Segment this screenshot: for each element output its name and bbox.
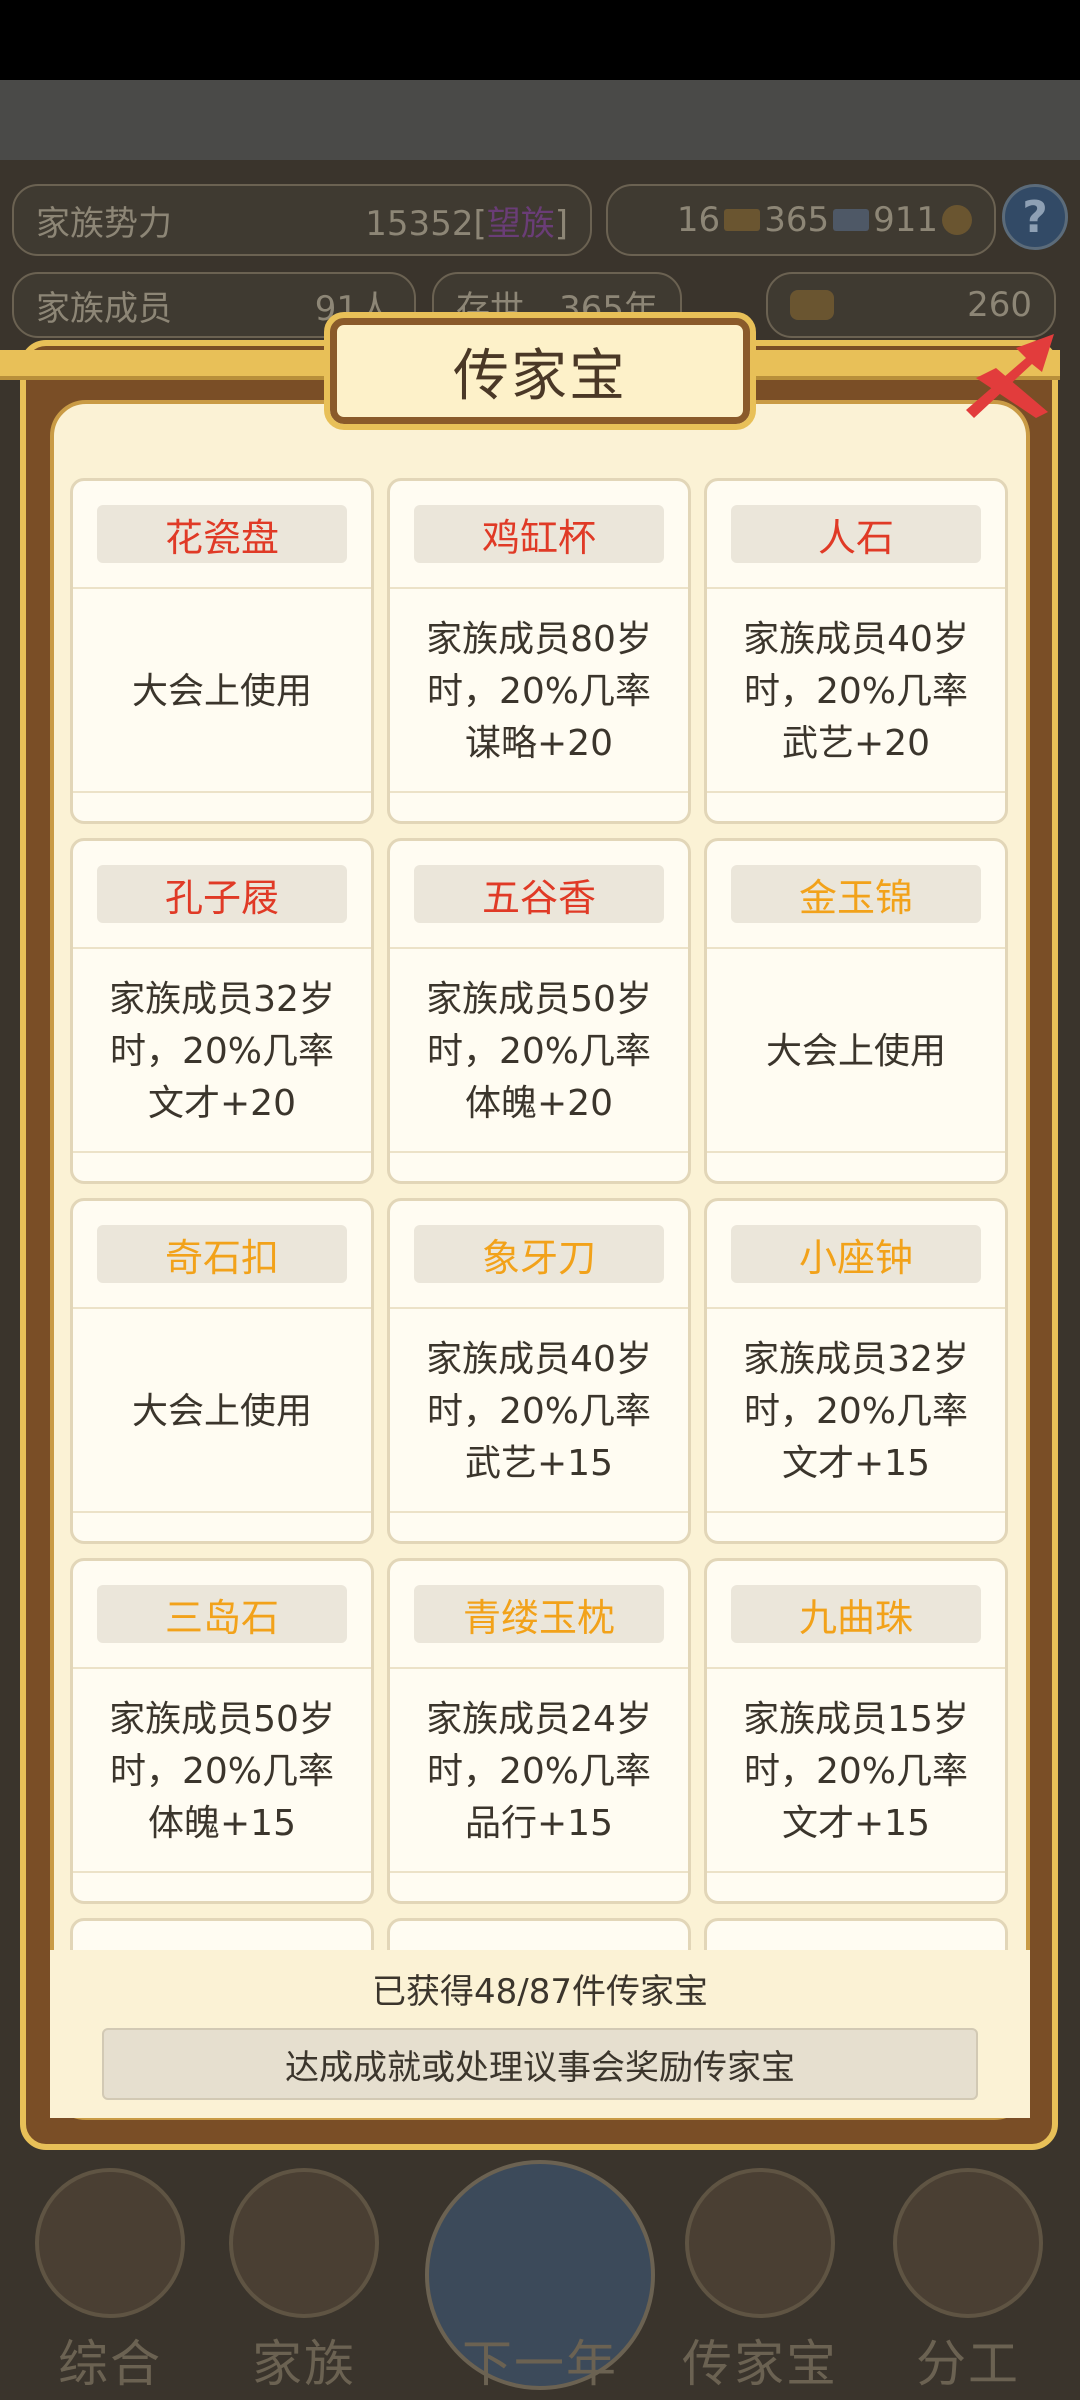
house-icon (229, 2168, 379, 2318)
nav-label: 综合 (58, 2335, 162, 2393)
currency-panel: 16 365 911 (606, 184, 996, 256)
power-rank: 望族 (486, 203, 555, 244)
treasure-name: 花瓷盘 (97, 505, 347, 563)
coin-count: 911 (873, 200, 938, 240)
treasure-card[interactable]: 小座钟家族成员32岁 时，20%几率 文才+15 (704, 1198, 1008, 1544)
ingot-icon (790, 290, 834, 320)
treasure-card[interactable]: 象牙刀家族成员40岁 时，20%几率 武艺+15 (387, 1198, 691, 1544)
card-footer (73, 1871, 371, 1901)
treasure-name: 三岛石 (97, 1585, 347, 1643)
treasure-name: 孔子屐 (97, 865, 347, 923)
treasure-description: 家族成员50岁 时，20%几率 体魄+15 (109, 1699, 335, 1844)
treasure-description: 家族成员32岁 时，20%几率 文才+20 (109, 979, 335, 1124)
treasure-card[interactable]: 奇石扣 大会上使用 (70, 1198, 374, 1544)
nav-label: 传家宝 (682, 2335, 838, 2393)
power-value: 15352[望族] (365, 196, 568, 245)
treasure-name: 青缕玉枕 (414, 1585, 664, 1643)
treasure-description: 大会上使用 (131, 671, 312, 712)
card-footer (390, 791, 688, 821)
nav-item[interactable]: 传家宝 (660, 2160, 860, 2400)
treasure-name: 人石 (731, 505, 981, 563)
power-number: 15352 (365, 203, 474, 244)
treasure-card-partial[interactable] (70, 1918, 374, 1951)
card-footer (73, 791, 371, 821)
card-footer (390, 1511, 688, 1541)
silver-count: 365 (764, 200, 830, 240)
card-footer (707, 1511, 1005, 1541)
treasure-card[interactable]: 三岛石家族成员50岁 时，20%几率 体魄+15 (70, 1558, 374, 1904)
reward-hint-button[interactable]: 达成成就或处理议事会奖励传家宝 (102, 2028, 978, 2100)
treasure-grid: 花瓷盘 大会上使用 鸡缸杯 家族成员80岁 时，20%几率 谋略+20 人石 家族成员40… (70, 478, 1010, 1951)
treasure-description: 家族成员80岁 时，20%几率 谋略+20 (426, 619, 652, 764)
treasure-card[interactable]: 九曲珠家族成员15岁 时，20%几率 文才+15 (704, 1558, 1008, 1904)
members-label: 家族成员 (36, 288, 172, 329)
treasure-icon (685, 2168, 835, 2318)
close-button[interactable] (956, 318, 1066, 428)
help-button[interactable]: ? (1002, 184, 1068, 250)
card-footer (707, 791, 1005, 821)
treasure-description: 家族成员40岁 时，20%几率 武艺+15 (426, 1339, 652, 1484)
nav-item[interactable]: 综合 (20, 2160, 200, 2400)
card-footer (707, 1871, 1005, 1901)
treasure-card[interactable]: 五谷香家族成员50岁 时，20%几率 体魄+20 (387, 838, 691, 1184)
nav-label: 家族 (252, 2335, 356, 2393)
treasure-name: 奇石扣 (97, 1225, 347, 1283)
close-icon (966, 334, 1054, 418)
treasure-description: 家族成员32岁 时，20%几率 文才+15 (743, 1339, 969, 1484)
dialog-title: 传家宝 (324, 312, 756, 430)
treasure-description: 大会上使用 (131, 1391, 312, 1432)
treasure-name: 金玉锦 (731, 865, 981, 923)
nav-item[interactable]: 家族 (214, 2160, 394, 2400)
power-bracket-open: [ (473, 203, 487, 244)
nav-item[interactable]: 下一年 (400, 2160, 680, 2400)
treasure-card[interactable]: 鸡缸杯家族成员80岁 时，20%几率 谋略+20 (387, 478, 691, 824)
treasure-description: 家族成员15岁 时，20%几率 文才+15 (743, 1699, 969, 1844)
gold-bar-icon (724, 209, 761, 231)
dialog-footer: 已获得48/87件传家宝 达成成就或处理议事会奖励传家宝 (50, 1950, 1030, 2118)
scroll-icon (35, 2168, 185, 2318)
bottom-nav: 综合 家族 下一年 传家宝 分工 (0, 2160, 1080, 2400)
treasure-card[interactable]: 花瓷盘 大会上使用 (70, 478, 374, 824)
card-footer (73, 1511, 371, 1541)
coin-icon (942, 205, 972, 235)
dialog-wing-left (0, 350, 330, 380)
treasure-count-text: 已获得48/87件传家宝 (372, 1972, 708, 2012)
silver-bar-icon (833, 209, 870, 231)
treasure-name: 象牙刀 (414, 1225, 664, 1283)
top-band (0, 80, 1080, 160)
treasure-card[interactable]: 人石家族成员40岁 时，20%几率 武艺+20 (704, 478, 1008, 824)
treasure-card-partial[interactable] (387, 1918, 691, 1951)
treasure-name: 小座钟 (731, 1225, 981, 1283)
gold-count: 16 (676, 200, 721, 240)
treasure-description: 家族成员24岁 时，20%几率 品行+15 (426, 1699, 652, 1844)
power-bracket-close: ] (554, 203, 568, 244)
status-bar (0, 0, 1080, 80)
treasure-card[interactable]: 青缕玉枕家族成员24岁 时，20%几率 品行+15 (387, 1558, 691, 1904)
card-footer (390, 1871, 688, 1901)
nav-label: 下一年 (462, 2335, 618, 2393)
treasure-name: 鸡缸杯 (414, 505, 664, 563)
nav-label: 分工 (916, 2335, 1020, 2393)
treasure-name: 九曲珠 (731, 1585, 981, 1643)
treasure-card-partial[interactable] (704, 1918, 1008, 1951)
person-icon (893, 2168, 1043, 2318)
card-footer (73, 1151, 371, 1181)
treasure-description: 大会上使用 (765, 1031, 946, 1072)
card-footer (707, 1151, 1005, 1181)
treasure-card[interactable]: 孔子屐家族成员32岁 时，20%几率 文才+20 (70, 838, 374, 1184)
treasure-description: 家族成员40岁 时，20%几率 武艺+20 (743, 619, 969, 764)
treasure-name: 五谷香 (414, 865, 664, 923)
nav-item[interactable]: 分工 (878, 2160, 1058, 2400)
treasure-card[interactable]: 金玉锦 大会上使用 (704, 838, 1008, 1184)
family-power-panel: 家族势力 15352[望族] (12, 184, 592, 256)
card-footer (390, 1151, 688, 1181)
power-label: 家族势力 (36, 203, 172, 244)
treasure-description: 家族成员50岁 时，20%几率 体魄+20 (426, 979, 652, 1124)
